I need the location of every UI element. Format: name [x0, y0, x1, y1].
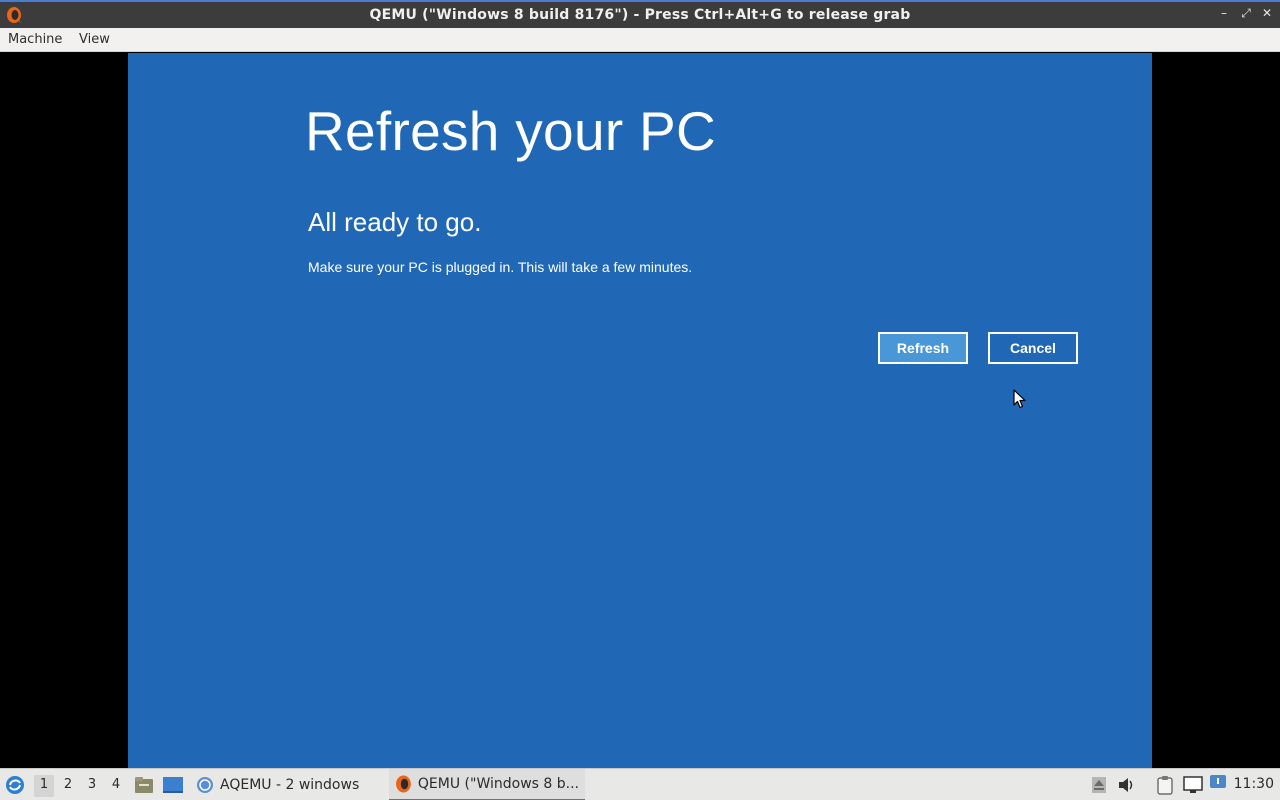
workspace-1[interactable]: 1	[34, 775, 54, 797]
info-message: Make sure your PC is plugged in. This wi…	[308, 259, 693, 275]
file-manager-icon[interactable]	[134, 776, 154, 794]
vm-display[interactable]: Refresh your PC All ready to go. Make su…	[0, 53, 1280, 768]
notification-icon[interactable]	[1209, 774, 1227, 792]
clipboard-icon[interactable]	[1155, 775, 1175, 795]
lxqt-start-icon[interactable]	[5, 775, 25, 795]
window-title: QEMU ("Windows 8 build 8176") - Press Ct…	[369, 7, 911, 23]
menu-bar: Machine View	[0, 28, 1280, 52]
workspace-3[interactable]: 3	[82, 775, 102, 797]
menu-machine[interactable]: Machine	[8, 32, 62, 47]
eject-icon[interactable]	[1091, 776, 1107, 794]
close-button[interactable]: ✕	[1259, 6, 1275, 20]
workspace-4[interactable]: 4	[106, 775, 126, 797]
volume-icon[interactable]	[1118, 777, 1136, 793]
mouse-pointer-icon	[1013, 389, 1026, 409]
network-icon[interactable]	[1182, 775, 1204, 795]
clock[interactable]: 11:30	[1234, 776, 1274, 792]
page-subtitle: All ready to go.	[308, 207, 482, 237]
cancel-button[interactable]: Cancel	[988, 332, 1078, 364]
desktop-icon[interactable]	[162, 776, 184, 794]
aqemu-icon	[197, 777, 213, 793]
guest-screen[interactable]: Refresh your PC All ready to go. Make su…	[128, 53, 1152, 768]
page-title: Refresh your PC	[305, 100, 717, 162]
taskbar-item-label: AQEMU - 2 windows	[220, 777, 360, 793]
minimize-button[interactable]: –	[1216, 6, 1232, 20]
maximize-button[interactable]: ⤢	[1238, 6, 1254, 21]
window-titlebar[interactable]: QEMU ("Windows 8 build 8176") - Press Ct…	[0, 0, 1280, 28]
taskbar: 1 2 3 4 AQEMU - 2 windows QEMU ("Windows…	[0, 768, 1280, 800]
qemu-icon	[396, 775, 411, 793]
taskbar-item-label: QEMU ("Windows 8 b...	[417, 776, 579, 792]
taskbar-item-qemu[interactable]: QEMU ("Windows 8 b...	[389, 769, 585, 800]
workspace-2[interactable]: 2	[58, 775, 78, 797]
taskbar-item-aqemu[interactable]: AQEMU - 2 windows	[190, 769, 365, 800]
menu-view[interactable]: View	[79, 32, 110, 47]
refresh-button[interactable]: Refresh	[878, 332, 968, 364]
